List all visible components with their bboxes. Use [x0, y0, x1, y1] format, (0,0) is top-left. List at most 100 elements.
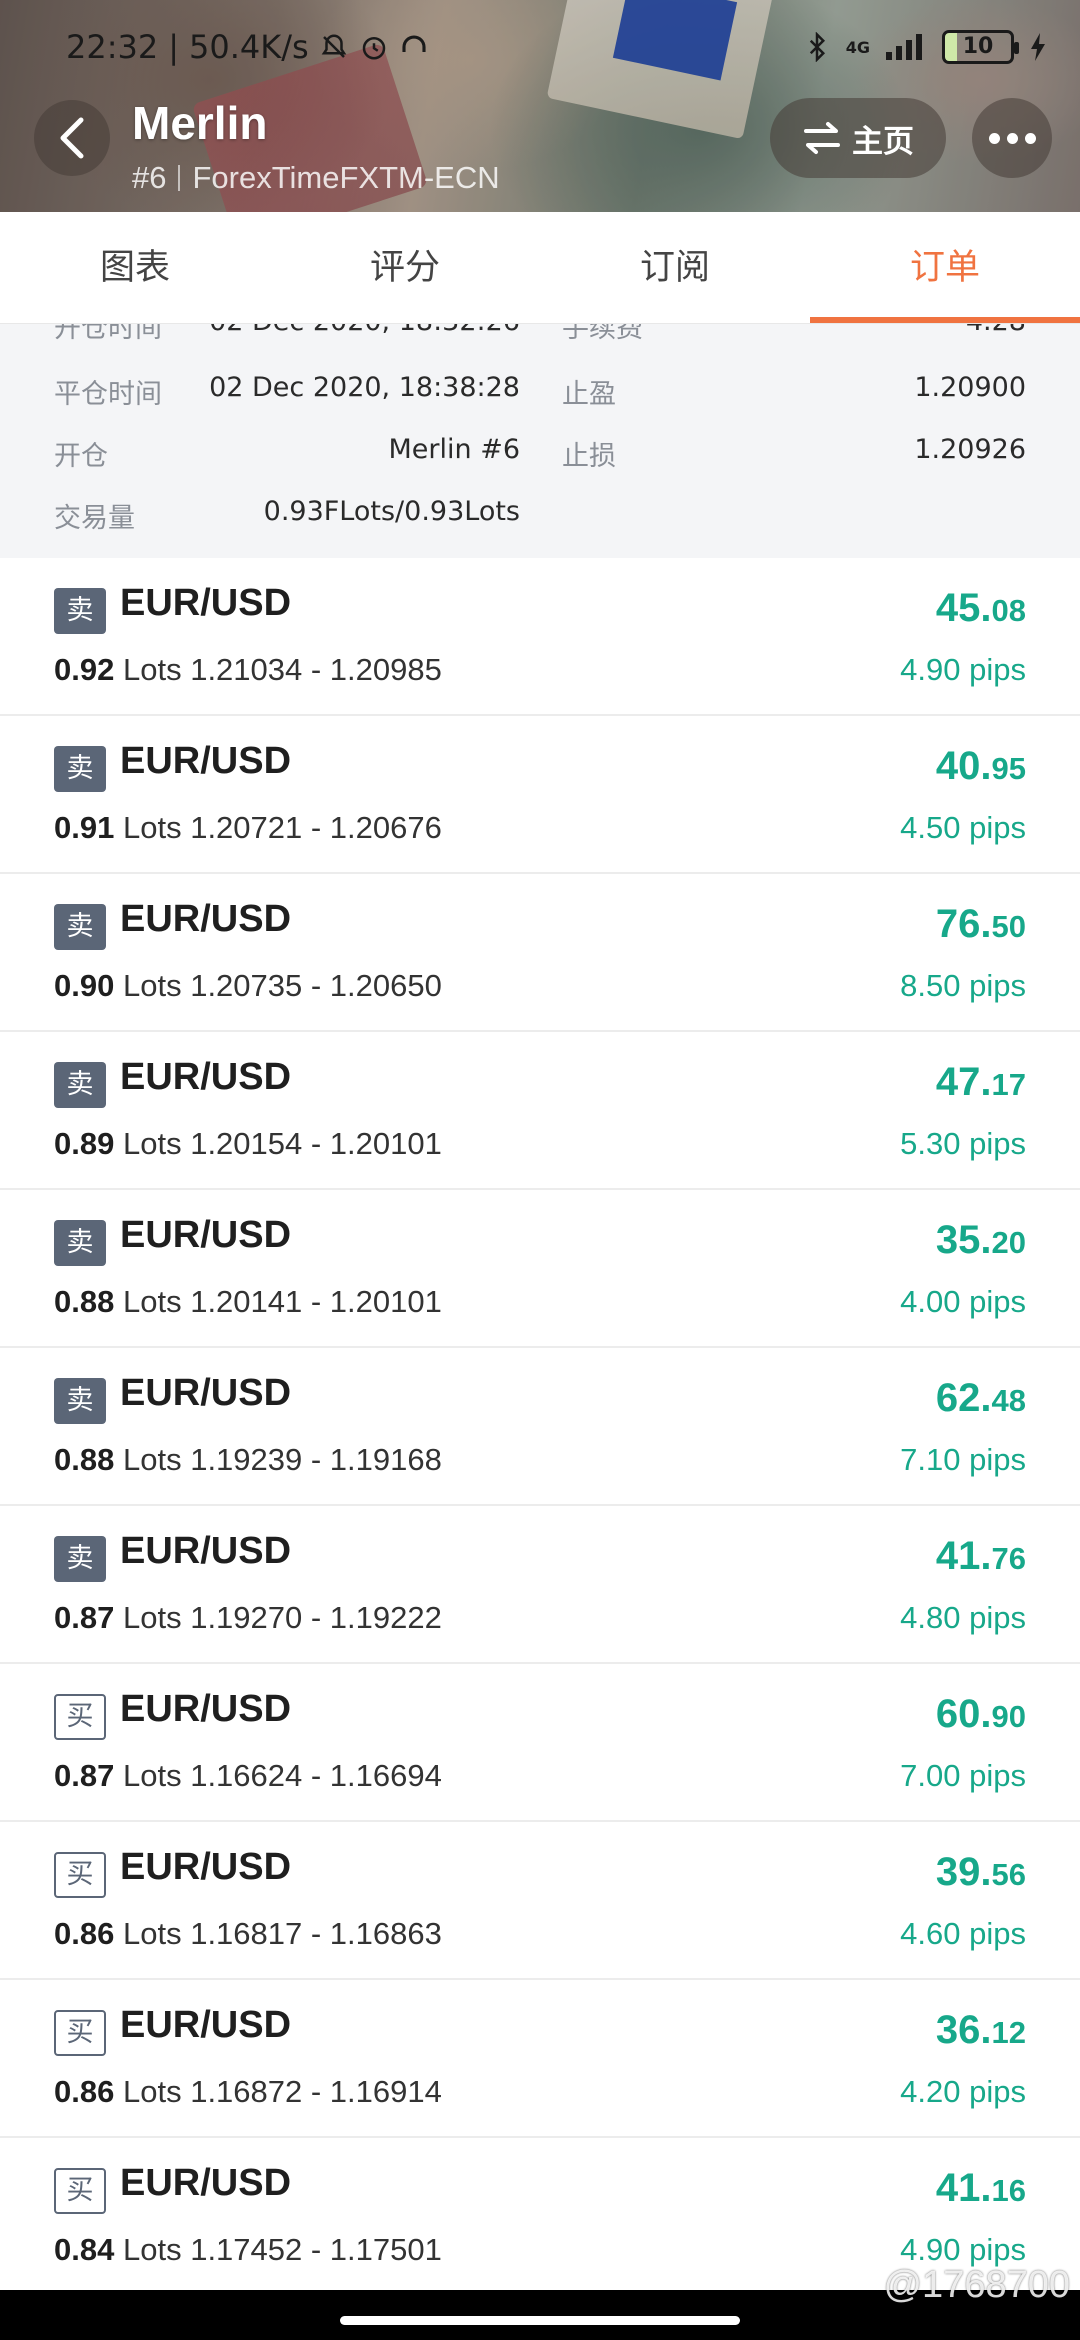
price-range: 1.20154 - 1.20101 — [190, 1126, 442, 1161]
lots-value: 0.86 — [54, 1916, 115, 1951]
lots-and-prices: 0.92 Lots 1.21034 - 1.20985 — [54, 652, 442, 688]
profit-value: 45.08 — [936, 586, 1026, 631]
profit-decimal: 20 — [991, 1225, 1026, 1260]
stop-loss-label: 止损 — [562, 441, 616, 472]
open-account-label: 开仓 — [54, 441, 108, 472]
home-button[interactable]: 主页 — [770, 98, 946, 178]
lots-value: 0.92 — [54, 652, 115, 687]
lots-and-prices: 0.87 Lots 1.16624 - 1.16694 — [54, 1758, 442, 1794]
pips-value: 4.00 pips — [900, 1284, 1026, 1319]
tab-rating[interactable]: 评分 — [270, 212, 540, 323]
profit-decimal: 16 — [991, 2173, 1026, 2208]
profit-decimal: 12 — [991, 2015, 1026, 2050]
open-time-value: 02 Dec 2020, 18:32:26 — [209, 324, 520, 337]
server-name: ForexTimeFXTM-ECN — [192, 160, 500, 195]
home-indicator[interactable] — [340, 2316, 740, 2325]
profit-value: 39.56 — [936, 1850, 1026, 1895]
net-speed: 50.4K/s — [189, 28, 309, 66]
profit-decimal: 76 — [991, 1541, 1026, 1576]
symbol: EUR/USD — [120, 1846, 292, 1888]
list-item[interactable]: 买 EUR/USD 0.86 Lots 1.16817 - 1.16863 39… — [0, 1822, 1080, 1980]
pips-value: 7.10 pips — [900, 1442, 1026, 1477]
list-item[interactable]: 卖 EUR/USD 0.90 Lots 1.20735 - 1.20650 76… — [0, 874, 1080, 1032]
bluetooth-icon — [809, 32, 825, 62]
buy-badge: 买 — [54, 1852, 106, 1898]
tab-chart[interactable]: 图表 — [0, 212, 270, 323]
list-item[interactable]: 卖 EUR/USD 0.88 Lots 1.19239 - 1.19168 62… — [0, 1348, 1080, 1506]
volume-label: 交易量 — [54, 503, 135, 534]
sell-badge: 卖 — [54, 1536, 106, 1582]
list-item[interactable]: 卖 EUR/USD 0.89 Lots 1.20154 - 1.20101 47… — [0, 1032, 1080, 1190]
alarm-icon — [362, 37, 385, 60]
list-item[interactable]: 卖 EUR/USD 0.92 Lots 1.21034 - 1.20985 45… — [0, 558, 1080, 716]
profit-integer: 36. — [935, 2008, 992, 2052]
price-range: 1.19239 - 1.19168 — [190, 1442, 442, 1477]
more-options-button[interactable] — [972, 98, 1052, 178]
signal-icon — [886, 34, 922, 60]
take-profit-value: 1.20900 — [914, 372, 1026, 403]
profit-integer: 47. — [935, 1060, 992, 1104]
pips-value: 4.20 pips — [900, 2074, 1026, 2109]
lots-value: 0.87 — [54, 1600, 115, 1635]
open-time-label: 开仓时间 — [54, 324, 162, 344]
sell-badge: 卖 — [54, 1062, 106, 1108]
lots-unit: Lots — [122, 1126, 182, 1161]
open-account-value: Merlin #6 — [388, 434, 520, 465]
profit-decimal: 08 — [991, 593, 1026, 628]
price-range: 1.16872 - 1.16914 — [190, 2074, 442, 2109]
chevron-left-icon — [60, 117, 84, 159]
charging-icon — [1031, 33, 1045, 61]
pips-value: 4.80 pips — [900, 1600, 1026, 1635]
profit-value: 41.16 — [936, 2166, 1026, 2211]
price-range: 1.16624 - 1.16694 — [190, 1758, 442, 1793]
profit-value: 60.90 — [936, 1692, 1026, 1737]
list-item[interactable]: 买 EUR/USD 0.86 Lots 1.16872 - 1.16914 36… — [0, 1980, 1080, 2138]
lots-unit: Lots — [122, 1758, 182, 1793]
lots-unit: Lots — [122, 1916, 182, 1951]
take-profit-label: 止盈 — [562, 379, 616, 410]
network-type: 4G — [845, 37, 870, 57]
profit-decimal: 90 — [991, 1699, 1026, 1734]
lots-unit: Lots — [122, 1442, 182, 1477]
sell-badge: 卖 — [54, 904, 106, 950]
symbol: EUR/USD — [120, 1530, 292, 1572]
close-time-value: 02 Dec 2020, 18:38:28 — [209, 372, 520, 403]
lots-value: 0.86 — [54, 2074, 115, 2109]
buy-badge: 买 — [54, 1694, 106, 1740]
profit-integer: 62. — [935, 1376, 992, 1420]
detail-row: 开仓时间 02 Dec 2020, 18:32:26 手续费 -4.28 — [0, 324, 1080, 368]
profit-value: 62.48 — [936, 1376, 1026, 1421]
symbol: EUR/USD — [120, 1688, 292, 1730]
back-button[interactable] — [34, 100, 110, 176]
list-item[interactable]: 卖 EUR/USD 0.87 Lots 1.19270 - 1.19222 41… — [0, 1506, 1080, 1664]
tab-subscribe[interactable]: 订阅 — [540, 212, 810, 323]
lots-value: 0.91 — [54, 810, 115, 845]
lots-and-prices: 0.87 Lots 1.19270 - 1.19222 — [54, 1600, 442, 1636]
battery-indicator: 10 — [942, 30, 1019, 64]
profit-value: 47.17 — [936, 1060, 1026, 1105]
lots-and-prices: 0.86 Lots 1.16817 - 1.16863 — [54, 1916, 442, 1952]
profit-integer: 76. — [935, 902, 992, 946]
buy-badge: 买 — [54, 2010, 106, 2056]
pips-value: 7.00 pips — [900, 1758, 1026, 1793]
symbol: EUR/USD — [120, 740, 292, 782]
tab-orders[interactable]: 订单 — [810, 212, 1080, 323]
list-item[interactable]: 卖 EUR/USD 0.91 Lots 1.20721 - 1.20676 40… — [0, 716, 1080, 874]
bell-off-icon — [321, 34, 347, 58]
status-bar: 22:32 | 50.4K/s 4G 10 — [0, 0, 1080, 90]
profit-integer: 40. — [935, 744, 992, 788]
profit-integer: 41. — [935, 1534, 992, 1578]
list-item[interactable]: 卖 EUR/USD 0.88 Lots 1.20141 - 1.20101 35… — [0, 1190, 1080, 1348]
detail-row: 开仓 Merlin #6 止损 1.20926 — [0, 434, 1080, 496]
profit-integer: 39. — [935, 1850, 992, 1894]
price-range: 1.17452 - 1.17501 — [190, 2232, 442, 2267]
list-item[interactable]: 买 EUR/USD 0.87 Lots 1.16624 - 1.16694 60… — [0, 1664, 1080, 1822]
price-range: 1.20141 - 1.20101 — [190, 1284, 442, 1319]
lots-and-prices: 0.91 Lots 1.20721 - 1.20676 — [54, 810, 442, 846]
price-range: 1.20735 - 1.20650 — [190, 968, 442, 1003]
profit-decimal: 17 — [991, 1067, 1026, 1102]
lots-value: 0.84 — [54, 2232, 115, 2267]
price-range: 1.21034 - 1.20985 — [190, 652, 442, 687]
page-title: Merlin — [132, 97, 268, 149]
lots-unit: Lots — [122, 1600, 182, 1635]
